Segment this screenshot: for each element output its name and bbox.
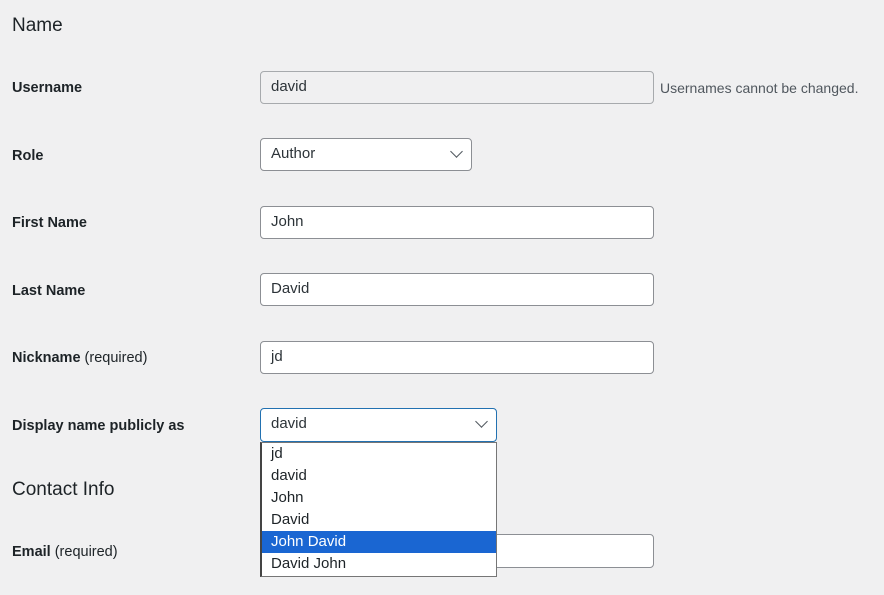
username-input: david	[260, 71, 654, 104]
dropdown-option[interactable]: jd	[262, 443, 496, 465]
dropdown-option[interactable]: David	[262, 509, 496, 531]
username-label: Username	[12, 80, 83, 96]
username-value: david	[271, 78, 307, 95]
first-name-value: John	[271, 213, 304, 230]
email-label: Email (required)	[12, 544, 118, 560]
nickname-input[interactable]: jd	[260, 341, 654, 374]
role-value: Author	[271, 145, 316, 162]
username-description: Usernames cannot be changed.	[660, 80, 859, 96]
required-note: (required)	[84, 350, 148, 366]
nickname-value: jd	[271, 348, 283, 365]
dropdown-option[interactable]: David John	[262, 553, 496, 575]
display-name-label: Display name publicly as	[12, 418, 185, 434]
display-name-dropdown-list[interactable]: jd david John David John David David Joh…	[260, 442, 497, 577]
email-label-text: Email	[12, 544, 51, 560]
last-name-input[interactable]: David	[260, 273, 654, 306]
dropdown-option-highlighted[interactable]: John David	[262, 531, 496, 553]
required-note: (required)	[54, 544, 118, 560]
dropdown-option[interactable]: david	[262, 465, 496, 487]
section-name-heading: Name	[12, 15, 63, 36]
display-name-select[interactable]: david	[260, 408, 497, 442]
role-label: Role	[12, 148, 44, 164]
first-name-label: First Name	[12, 215, 87, 231]
chevron-down-icon	[475, 415, 488, 428]
role-select[interactable]: Author	[260, 138, 472, 171]
display-name-value: david	[271, 415, 307, 432]
nickname-label-text: Nickname	[12, 350, 81, 366]
nickname-label: Nickname (required)	[12, 350, 147, 366]
first-name-input[interactable]: John	[260, 206, 654, 239]
chevron-down-icon	[450, 145, 463, 158]
last-name-value: David	[271, 280, 310, 297]
dropdown-option[interactable]: John	[262, 487, 496, 509]
last-name-label: Last Name	[12, 283, 86, 299]
section-contact-heading: Contact Info	[12, 479, 115, 500]
